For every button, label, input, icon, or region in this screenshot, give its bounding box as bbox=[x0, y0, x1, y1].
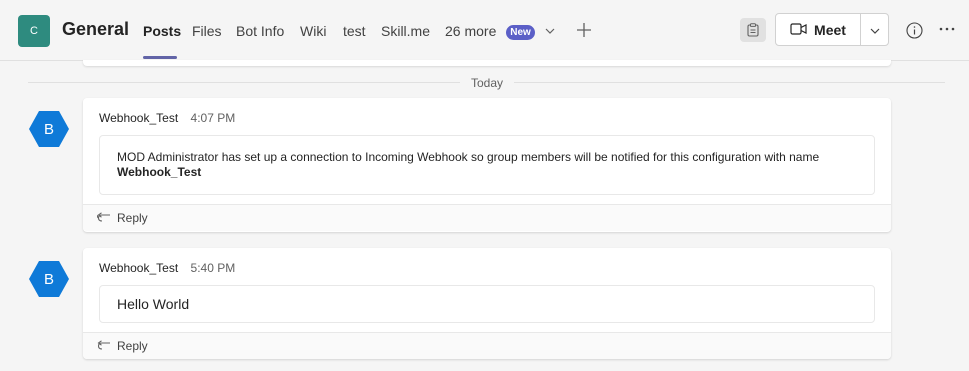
message-author[interactable]: Webhook_Test bbox=[99, 261, 178, 275]
channel-title: General bbox=[62, 19, 130, 39]
reply-arrow-icon bbox=[96, 211, 111, 225]
message-text: Hello World bbox=[117, 296, 190, 312]
meet-label: Meet bbox=[814, 21, 846, 38]
channel-header: C General Posts Files Bot Info Wiki test… bbox=[0, 0, 969, 61]
message-author[interactable]: Webhook_Test bbox=[99, 111, 178, 125]
meet-dropdown-button[interactable] bbox=[860, 13, 889, 46]
reply-button[interactable]: Reply bbox=[83, 332, 891, 359]
chevron-down-icon[interactable] bbox=[543, 24, 557, 38]
plus-icon[interactable] bbox=[575, 21, 593, 39]
message-timestamp: 5:40 PM bbox=[190, 261, 236, 275]
bot-avatar[interactable]: B bbox=[29, 260, 69, 298]
message-header: Webhook_Test 5:40 PM bbox=[99, 261, 235, 275]
message-timestamp: 4:07 PM bbox=[190, 111, 236, 125]
info-icon[interactable] bbox=[905, 21, 923, 39]
message-content: Hello World bbox=[99, 285, 875, 323]
message-card[interactable]: Webhook_Test 5:40 PM Hello World Reply bbox=[83, 248, 891, 359]
message-text: MOD Administrator has set up a connectio… bbox=[117, 150, 820, 164]
reply-button[interactable]: Reply bbox=[83, 204, 891, 231]
message-card[interactable]: Webhook_Test 4:07 PM MOD Administrator h… bbox=[83, 98, 891, 232]
chevron-down-icon bbox=[870, 21, 880, 39]
tab-wiki[interactable]: Wiki bbox=[300, 23, 326, 39]
tab-bot-info[interactable]: Bot Info bbox=[236, 23, 284, 39]
tab-posts[interactable]: Posts bbox=[143, 23, 181, 39]
more-options-icon[interactable] bbox=[938, 20, 956, 38]
reply-label: Reply bbox=[117, 339, 148, 353]
team-avatar-initial: C bbox=[30, 25, 38, 37]
bot-avatar-initial: B bbox=[43, 270, 54, 288]
tab-test[interactable]: test bbox=[343, 23, 366, 39]
previous-message-card bbox=[83, 60, 891, 66]
date-divider-line bbox=[28, 82, 460, 83]
connector-name: Webhook_Test bbox=[117, 165, 202, 179]
clipboard-icon[interactable] bbox=[740, 18, 766, 42]
meet-button[interactable]: Meet bbox=[775, 13, 861, 46]
bot-avatar-initial: B bbox=[43, 120, 54, 138]
reply-arrow-icon bbox=[97, 339, 111, 353]
message-content: MOD Administrator has set up a connectio… bbox=[99, 135, 875, 195]
new-badge: New bbox=[506, 25, 535, 40]
message-header: Webhook_Test 4:07 PM bbox=[99, 111, 235, 125]
date-divider: Today bbox=[470, 76, 504, 90]
active-tab-indicator bbox=[143, 56, 177, 59]
bot-avatar[interactable]: B bbox=[29, 110, 69, 148]
date-divider-line bbox=[514, 82, 945, 83]
tab-files[interactable]: Files bbox=[192, 23, 222, 39]
team-avatar[interactable]: C bbox=[18, 15, 50, 47]
tab-more[interactable]: 26 more bbox=[445, 23, 496, 39]
reply-label: Reply bbox=[117, 211, 148, 225]
tab-skill-me[interactable]: Skill.me bbox=[381, 23, 430, 39]
video-camera-icon bbox=[790, 22, 807, 38]
